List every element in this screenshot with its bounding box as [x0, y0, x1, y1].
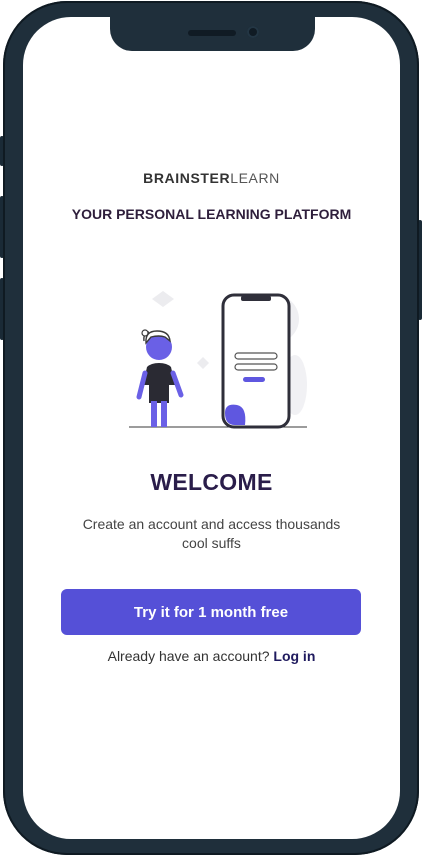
login-link[interactable]: Log in: [273, 648, 315, 664]
login-prompt-line: Already have an account? Log in: [23, 648, 400, 664]
speaker-grille: [188, 30, 236, 36]
free-trial-button[interactable]: Try it for 1 month free: [61, 589, 361, 635]
brand-logo: BRAINSTERLEARN: [23, 170, 400, 186]
login-prompt: Already have an account?: [107, 648, 270, 664]
welcome-subtitle: Create an account and access thousands c…: [82, 516, 341, 551]
person-with-phone-illustration: [129, 291, 307, 429]
tagline: YOUR PERSONAL LEARNING PLATFORM: [71, 206, 352, 222]
notch: [110, 17, 315, 51]
app-screen: BRAINSTERLEARN YOUR PERSONAL LEARNING PL…: [23, 17, 400, 839]
welcome-title: WELCOME: [150, 469, 273, 495]
device-mockup: BRAINSTERLEARN YOUR PERSONAL LEARNING PL…: [0, 0, 423, 858]
brand-logo-light: LEARN: [230, 170, 280, 186]
front-camera: [247, 26, 259, 38]
brand-logo-strong: BRAINSTER: [143, 170, 231, 186]
